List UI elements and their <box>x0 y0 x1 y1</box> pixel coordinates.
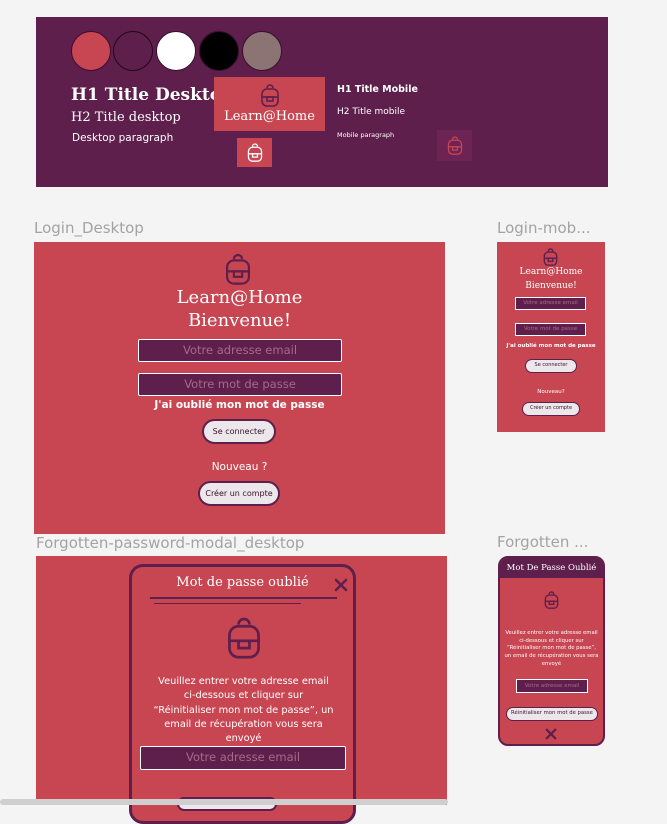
welcome-title: Bienvenue! <box>187 310 292 331</box>
frame-label-login-mobile[interactable]: Login-mob... <box>497 219 591 237</box>
brand-title: Learn@Home <box>176 287 303 308</box>
backpack-icon <box>544 591 559 609</box>
email-field[interactable]: Votre adresse email <box>140 746 346 770</box>
frame-label-modal-desktop[interactable]: Forgotten-password-modal_desktop <box>36 534 304 552</box>
logo-tile-small <box>237 138 272 167</box>
h2-mobile-sample: H2 Title mobile <box>337 107 406 117</box>
logo-tile-mobile <box>437 130 472 161</box>
color-swatch-primary <box>71 31 111 71</box>
frame-label-modal-mobile[interactable]: Forgotten ... <box>497 533 588 551</box>
email-field[interactable]: Votre adresse email <box>515 297 586 310</box>
welcome-title: Bienvenue! <box>525 281 577 291</box>
color-swatch-secondary <box>113 31 153 71</box>
forgot-password-modal: Mot de passe oublié Veuillez entrer votr… <box>129 564 356 824</box>
h1-mobile-sample: H1 Title Mobile <box>337 84 418 95</box>
close-icon[interactable] <box>545 728 557 740</box>
modal-title: Mot De Passe Oublié <box>506 563 597 573</box>
new-user-text: Nouveau ? <box>211 461 268 473</box>
forgot-password-link[interactable]: J'ai oublié mon mot de passe <box>34 399 445 411</box>
backpack-icon <box>447 135 462 155</box>
frame-label-login-desktop[interactable]: Login_Desktop <box>34 219 144 237</box>
paragraph-desktop-sample: Desktop paragraph <box>72 132 174 144</box>
login-button[interactable]: Se connecter <box>525 359 577 373</box>
email-field[interactable]: Votre adresse email <box>516 679 588 693</box>
paragraph-mobile-sample: Mobile paragraph <box>337 131 395 139</box>
backpack-icon <box>543 248 558 266</box>
horizontal-scrollbar[interactable] <box>0 799 448 805</box>
brand-title: Learn@Home <box>519 267 583 277</box>
backpack-icon <box>260 84 279 107</box>
logo-tile: Learn@Home <box>214 77 325 131</box>
title-divider <box>150 597 337 599</box>
forgot-password-modal-mobile: Mot De Passe Oublié Veuillez entrer votr… <box>498 556 605 746</box>
h1-desktop-sample: H1 Title Desktop <box>71 85 233 105</box>
backpack-icon <box>247 142 262 162</box>
modal-instructions: Veuillez entrer votre adresse email ci-d… <box>153 676 334 745</box>
create-account-button[interactable]: Créer un compte <box>522 402 580 416</box>
modal-title: Mot de passe oublié <box>176 575 309 590</box>
login-desktop-frame: Learn@Home Bienvenue! Votre adresse emai… <box>34 242 445 534</box>
password-field[interactable]: Votre mot de passe <box>138 373 342 396</box>
color-swatch-black <box>199 31 239 71</box>
backpack-icon <box>228 617 260 659</box>
color-swatch-grey <box>242 31 282 71</box>
modal-instructions: Veuillez entrer votre adresse email ci-d… <box>504 630 599 667</box>
h2-desktop-sample: H2 Title desktop <box>71 110 181 125</box>
color-swatch-white <box>156 31 196 71</box>
title-divider-thin <box>154 603 301 604</box>
forgot-password-link[interactable]: J'ai oublié mon mot de passe <box>497 343 605 349</box>
create-account-button[interactable]: Créer un compte <box>198 481 280 506</box>
reset-password-button[interactable]: Réinitialiser mon mot de passe <box>506 707 598 721</box>
login-mobile-frame: Learn@Home Bienvenue! Votre adresse emai… <box>497 242 605 432</box>
password-field[interactable]: Votre mot de passe <box>515 323 586 336</box>
style-guide-frame: H1 Title Desktop H2 Title desktop Deskto… <box>36 17 608 187</box>
close-icon[interactable] <box>334 578 348 592</box>
backpack-icon <box>226 253 250 285</box>
new-user-text: Nouveau? <box>537 389 565 395</box>
logo-label: Learn@Home <box>224 109 315 124</box>
login-button[interactable]: Se connecter <box>202 419 276 444</box>
email-field[interactable]: Votre adresse email <box>138 339 342 362</box>
